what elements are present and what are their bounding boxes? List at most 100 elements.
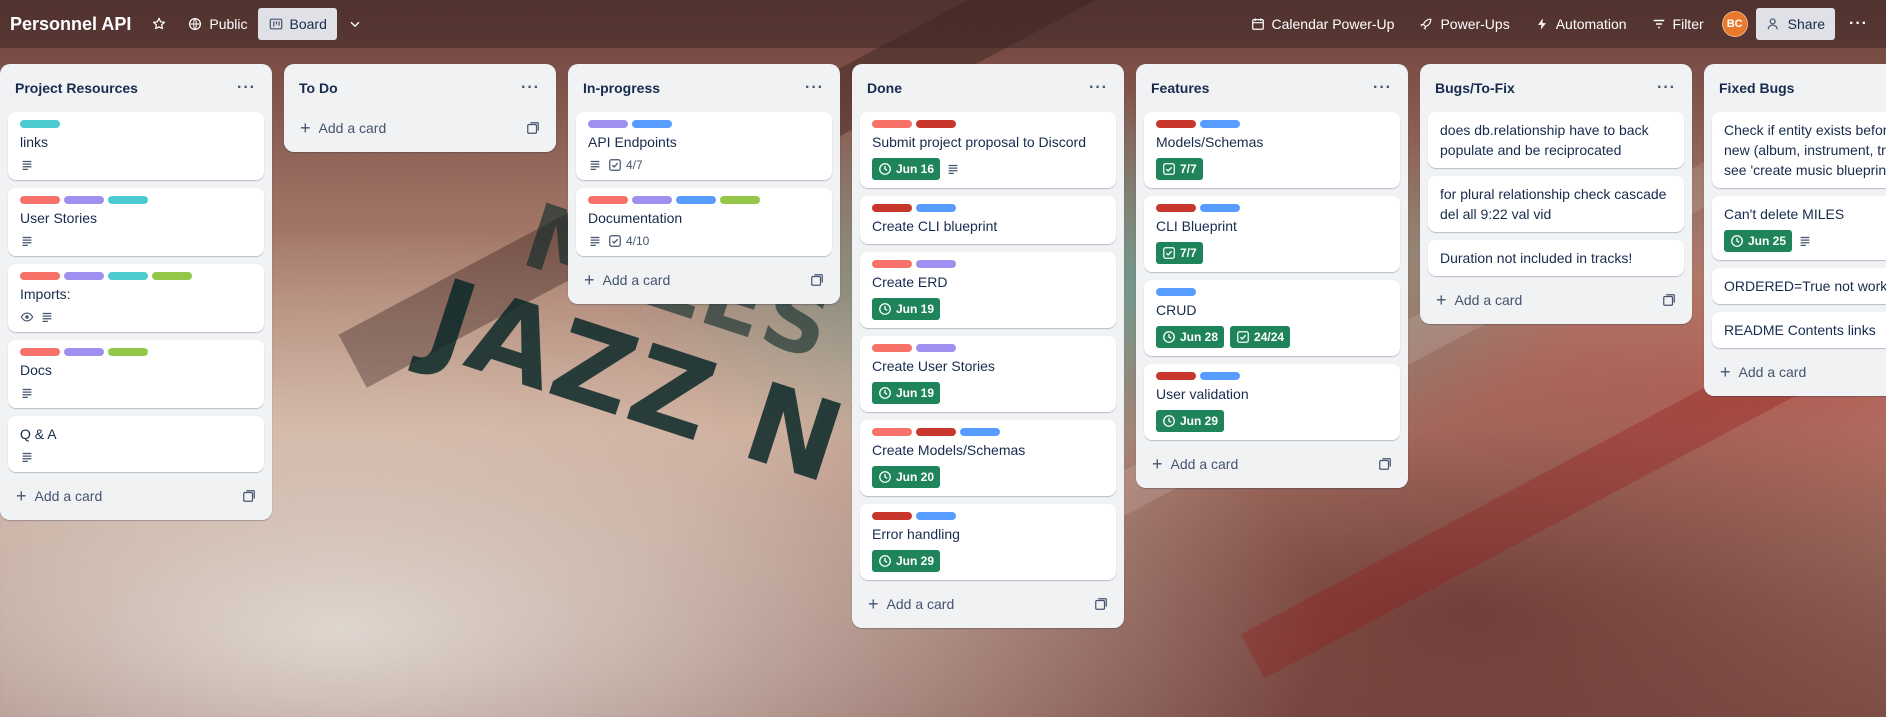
due-date-badge[interactable]: Jun 16 — [872, 158, 941, 180]
due-date-badge[interactable]: Jun 19 — [872, 382, 941, 404]
calendar-powerup-button[interactable]: Calendar Power-Up — [1240, 8, 1405, 40]
list-menu-icon[interactable]: ··· — [237, 79, 256, 97]
list-title[interactable]: In-progress — [583, 80, 660, 96]
list-menu-icon[interactable]: ··· — [805, 79, 824, 97]
list-in-progress[interactable]: In-progress ··· API Endpoints 4/7 Documentat… — [568, 64, 840, 304]
list-to-do[interactable]: To Do ··· + Add a card — [284, 64, 556, 152]
card-badges — [20, 158, 252, 172]
due-date-text: Jun 19 — [896, 386, 935, 400]
card-badges: Jun 28 24/24 — [1156, 326, 1388, 348]
list-title[interactable]: Project Resources — [15, 80, 138, 96]
add-card-button[interactable]: + Add a card — [1712, 356, 1886, 388]
add-card-button[interactable]: + Add a card — [860, 588, 1116, 620]
card[interactable]: Documentation 4/10 — [576, 188, 832, 256]
visibility-button[interactable]: Public — [177, 8, 257, 40]
card[interactable]: Create ERD Jun 19 — [860, 252, 1116, 328]
due-date-badge[interactable]: Jun 29 — [872, 550, 941, 572]
board-menu-button[interactable]: ··· — [1839, 8, 1878, 40]
due-date-badge[interactable]: Jun 25 — [1724, 230, 1793, 252]
card[interactable]: API Endpoints 4/7 — [576, 112, 832, 180]
add-card-button[interactable]: + Add a card — [1428, 284, 1684, 316]
automation-button[interactable]: Automation — [1524, 8, 1637, 40]
list-title[interactable]: Features — [1151, 80, 1209, 96]
card[interactable]: links — [8, 112, 264, 180]
card[interactable]: Duration not included in tracks! — [1428, 240, 1684, 276]
card-template-icon[interactable] — [242, 489, 256, 503]
card-title: Create ERD — [872, 274, 948, 290]
card-badges: 7/7 — [1156, 242, 1388, 264]
card[interactable]: User validation Jun 29 — [1144, 364, 1400, 440]
board-view-button[interactable]: Board — [257, 8, 337, 40]
card-labels — [588, 196, 820, 204]
powerups-button[interactable]: Power-Ups — [1408, 8, 1519, 40]
list-done[interactable]: Done ··· Submit project proposal to Discor… — [852, 64, 1124, 628]
label-salmon — [872, 120, 912, 128]
card-template-icon[interactable] — [1378, 457, 1392, 471]
filter-button[interactable]: Filter — [1641, 8, 1714, 40]
add-card-button[interactable]: + Add a card — [1144, 448, 1400, 480]
list-menu-icon[interactable]: ··· — [1373, 79, 1392, 97]
card-template-icon[interactable] — [526, 121, 540, 135]
card[interactable]: Can't delete MILES Jun 25 — [1712, 196, 1886, 260]
card[interactable]: does db.relationship have to back popula… — [1428, 112, 1684, 168]
card[interactable]: README Contents links — [1712, 312, 1886, 348]
due-date-text: Jun 19 — [896, 302, 935, 316]
label-salmon — [872, 344, 912, 352]
visibility-label: Public — [209, 16, 248, 32]
card-template-icon[interactable] — [1662, 293, 1676, 307]
add-card-button[interactable]: + Add a card — [292, 112, 548, 144]
card-title: API Endpoints — [588, 134, 677, 150]
board-title[interactable]: Personnel API — [8, 14, 141, 35]
list-features[interactable]: Features ··· Models/Schemas 7/7 CLI Blueprin… — [1136, 64, 1408, 488]
view-switcher-button[interactable] — [337, 8, 373, 40]
card[interactable]: Models/Schemas 7/7 — [1144, 112, 1400, 188]
list-title[interactable]: To Do — [299, 80, 338, 96]
plus-icon: + — [16, 486, 27, 506]
add-card-button[interactable]: + Add a card — [8, 480, 264, 512]
list-menu-icon[interactable]: ··· — [1089, 79, 1108, 97]
card[interactable]: Docs — [8, 340, 264, 408]
due-date-badge[interactable]: Jun 29 — [1156, 410, 1225, 432]
card[interactable]: CLI Blueprint 7/7 — [1144, 196, 1400, 272]
list-title[interactable]: Done — [867, 80, 902, 96]
due-date-badge[interactable]: Jun 20 — [872, 466, 941, 488]
list-bugs-to-fix[interactable]: Bugs/To-Fix ··· does db.relationship have … — [1420, 64, 1692, 324]
list-fixed-bugs[interactable]: Fixed Bugs··· Check if entity exists befo… — [1704, 64, 1886, 396]
add-person-icon — [1766, 16, 1782, 32]
card-badges — [20, 386, 252, 400]
card-labels — [20, 120, 252, 128]
card[interactable]: Create User Stories Jun 19 — [860, 336, 1116, 412]
member-avatar[interactable]: BC — [1721, 11, 1748, 37]
list-title[interactable]: Fixed Bugs — [1719, 80, 1794, 96]
star-button[interactable] — [141, 8, 177, 40]
more-icon: ··· — [1849, 15, 1868, 32]
card[interactable]: for plural relationship check cascade de… — [1428, 176, 1684, 232]
list-project-resources[interactable]: Project Resources ··· links User Stories Imp… — [0, 64, 272, 520]
list-title[interactable]: Bugs/To-Fix — [1435, 80, 1515, 96]
share-button[interactable]: Share — [1755, 8, 1836, 40]
card[interactable]: Q & A — [8, 416, 264, 472]
card[interactable]: User Stories — [8, 188, 264, 256]
card[interactable]: Create Models/Schemas Jun 20 — [860, 420, 1116, 496]
list-header: Done ··· — [860, 64, 1116, 112]
card-template-icon[interactable] — [1094, 597, 1108, 611]
card-badges — [20, 450, 252, 464]
card[interactable]: ORDERED=True not working — [1712, 268, 1886, 304]
due-date-badge[interactable]: Jun 28 — [1156, 326, 1225, 348]
label-blue — [1200, 372, 1240, 380]
card-badges: Jun 29 — [872, 550, 1104, 572]
checklist-complete-badge: 7/7 — [1156, 242, 1203, 264]
list-menu-icon[interactable]: ··· — [1657, 79, 1676, 97]
card-labels — [1156, 120, 1388, 128]
card[interactable]: Error handling Jun 29 — [860, 504, 1116, 580]
card-badges — [20, 234, 252, 248]
card[interactable]: Create CLI blueprint — [860, 196, 1116, 244]
card-template-icon[interactable] — [810, 273, 824, 287]
add-card-button[interactable]: + Add a card — [576, 264, 832, 296]
list-menu-icon[interactable]: ··· — [521, 79, 540, 97]
card[interactable]: Imports: — [8, 264, 264, 332]
card[interactable]: Check if entity exists before creating n… — [1712, 112, 1886, 188]
card[interactable]: CRUD Jun 28 24/24 — [1144, 280, 1400, 356]
due-date-badge[interactable]: Jun 19 — [872, 298, 941, 320]
card[interactable]: Submit project proposal to Discord Jun 16 — [860, 112, 1116, 188]
